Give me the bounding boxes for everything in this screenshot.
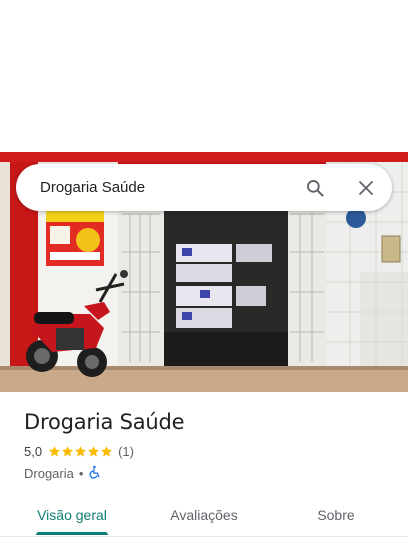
separator-dot: • xyxy=(78,466,84,481)
star-icon xyxy=(101,446,113,457)
star-rating xyxy=(48,445,113,458)
star-icon xyxy=(49,446,61,457)
tab-reviews[interactable]: Avaliações xyxy=(156,496,252,534)
active-tab-indicator xyxy=(36,532,108,535)
tab-bar: Visão geral Avaliações Sobre xyxy=(0,496,408,537)
star-icon xyxy=(88,446,100,457)
category-row: Drogaria • xyxy=(24,465,102,482)
tab-overview[interactable]: Visão geral xyxy=(24,496,120,534)
tab-about[interactable]: Sobre xyxy=(288,496,384,534)
star-icon xyxy=(75,446,87,457)
rating-row[interactable]: 5,0 (1) xyxy=(24,444,134,459)
search-icon[interactable] xyxy=(303,176,327,200)
review-count[interactable]: (1) xyxy=(118,444,134,459)
search-bar[interactable]: Drogaria Saúde xyxy=(16,164,392,211)
close-icon[interactable] xyxy=(354,176,378,200)
place-category: Drogaria xyxy=(24,466,74,481)
star-icon xyxy=(62,446,74,457)
rating-value: 5,0 xyxy=(24,444,43,459)
search-input[interactable]: Drogaria Saúde xyxy=(40,179,303,196)
wheelchair-icon xyxy=(88,465,102,482)
place-title: Drogaria Saúde xyxy=(24,410,185,434)
